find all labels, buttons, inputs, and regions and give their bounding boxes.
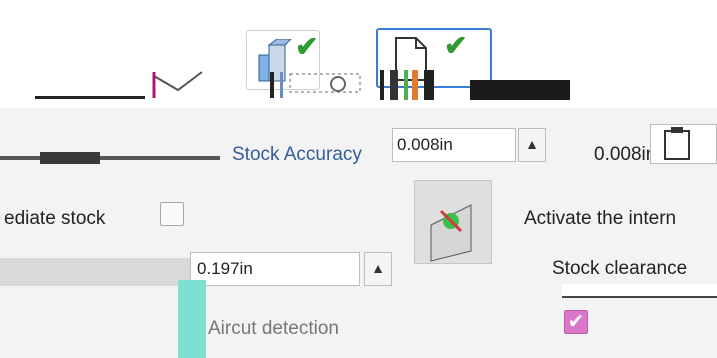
- check-icon: ✔: [295, 31, 319, 62]
- open-book-icon: [148, 68, 208, 102]
- stock-clearance-field[interactable]: 0.197in: [190, 252, 360, 286]
- stock-accuracy-value: 0.008in: [397, 135, 453, 154]
- aircut-detection-label: Aircut detection: [208, 318, 339, 339]
- clearance-side-panel: [0, 258, 190, 286]
- gear-icon: [270, 68, 370, 102]
- intermediate-stock-label: ediate stock: [4, 208, 106, 229]
- stock-clearance-bar: [562, 284, 717, 298]
- aircut-detection-checkbox[interactable]: ✔: [564, 310, 588, 334]
- garbled-label: [0, 152, 230, 166]
- toolbar-strip: [380, 66, 590, 102]
- divider: [35, 96, 145, 99]
- intermediate-stock-checkbox[interactable]: [160, 202, 184, 226]
- activate-intermediate-label: Activate the intern: [524, 208, 677, 229]
- stock-clearance-label: Stock clearance: [552, 258, 688, 279]
- stock-accuracy-readout: 0.008in: [594, 144, 657, 165]
- highlight-strip: [178, 280, 206, 358]
- stock-clearance-up-button[interactable]: ▲: [364, 252, 392, 286]
- activate-intermediate-button[interactable]: [414, 180, 492, 264]
- stock-accuracy-field[interactable]: 0.008in: [392, 128, 516, 162]
- clipboard-icon[interactable]: [650, 124, 717, 164]
- stock-clearance-value: 0.197in: [197, 259, 253, 278]
- stock-accuracy-label: Stock Accuracy: [232, 144, 362, 165]
- check-icon: ✔: [444, 30, 468, 61]
- stock-accuracy-up-button[interactable]: ▲: [518, 128, 546, 162]
